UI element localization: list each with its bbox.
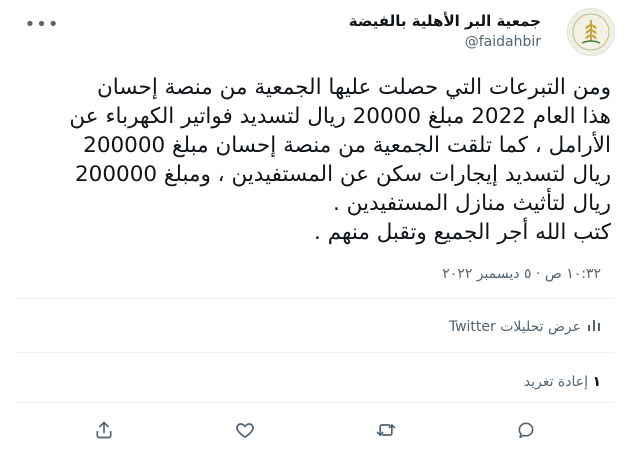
divider [14,352,615,353]
share-icon[interactable] [92,418,116,442]
analytics-label: عرض تحليلات Twitter [448,319,581,335]
author-name[interactable]: جمعية البر الأهلية بالفيضة [349,12,541,30]
more-icon[interactable]: ••• [25,14,59,35]
retweet-stats[interactable]: ١ إعادة تغريد [524,374,601,390]
avatar[interactable] [567,8,615,56]
analytics-link[interactable]: عرض تحليلات Twitter [449,318,601,336]
heart-icon[interactable] [233,418,257,442]
reply-icon[interactable] [514,418,538,442]
tweet-card: ••• جمعية البر الأهلية بالفيضة @faidahbi… [0,0,631,474]
retweet-label: إعادة تغريد [523,374,588,390]
divider [14,402,615,403]
tweet-timestamp[interactable]: ١٠:٣٢ ص · ٥ ديسمبر ٢٠٢٢ [442,266,601,282]
author-handle[interactable]: @faidahbir [465,34,541,50]
divider [14,298,615,299]
bar-chart-icon [587,318,601,336]
retweet-count: ١ [592,374,601,390]
retweet-icon[interactable] [374,418,398,442]
logo-icon [572,13,610,51]
tweet-text: ومن التبرعات التي حصلت عليها الجمعية من … [69,75,611,245]
